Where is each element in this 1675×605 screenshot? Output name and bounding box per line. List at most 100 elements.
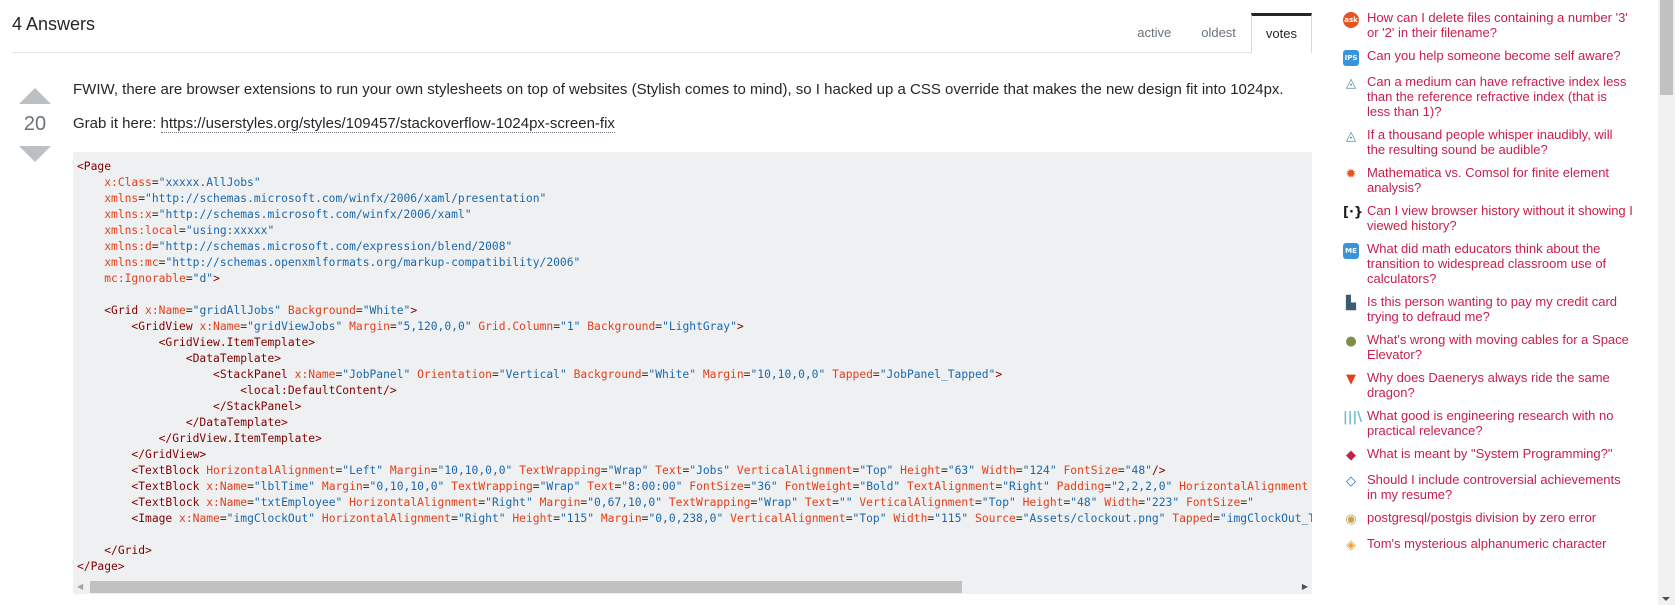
hot-question-link[interactable]: If a thousand people whisper inaudibly, … — [1367, 127, 1633, 157]
code-text: = — [872, 368, 880, 381]
code-attribute: Margin — [539, 496, 581, 509]
hot-question-item[interactable]: ✹ Mathematica vs. Comsol for finite eleme… — [1343, 165, 1633, 195]
code-string: "124" — [1022, 464, 1057, 477]
sort-tabs: active oldest votes — [1122, 13, 1312, 53]
hot-question-link[interactable]: What's wrong with moving cables for a Sp… — [1367, 332, 1633, 362]
code-string: "48" — [1070, 496, 1098, 509]
tab-active[interactable]: active — [1122, 13, 1186, 52]
hot-question-link[interactable]: How can I delete files containing a numb… — [1367, 10, 1633, 40]
downvote-arrow-icon[interactable] — [19, 146, 51, 162]
hot-question-link[interactable]: Can I view browser history without it sh… — [1367, 203, 1633, 233]
code-text: = — [532, 480, 540, 493]
code-string: "Wrap" — [757, 496, 799, 509]
horizontal-scrollbar[interactable]: ◀ ▶ — [73, 577, 1312, 594]
hot-question-item[interactable]: ME What did math educators think about th… — [1343, 241, 1633, 286]
code-string: "Assets/clockout.png" — [1022, 512, 1166, 525]
scroll-down-arrow-icon[interactable] — [1662, 597, 1670, 601]
vertical-scroll-thumb[interactable] — [1660, 0, 1673, 95]
puzzling-icon: ◈ — [1346, 538, 1356, 553]
hot-question-link[interactable]: What is meant by "System Programming?" — [1367, 446, 1612, 464]
hot-question-item[interactable]: ▙ Is this person wanting to pay my credit… — [1343, 294, 1633, 324]
code-line: <TextBlock HorizontalAlignment = "Left" Ma… — [77, 463, 1308, 479]
hot-question-item[interactable]: ◇ Should I include controversial achievem… — [1343, 472, 1633, 502]
hot-question-item[interactable]: ● What's wrong with moving cables for a S… — [1343, 332, 1633, 362]
code-attribute: x:Class — [104, 176, 152, 189]
hot-question-item[interactable]: ◆ What is meant by "System Programming?" — [1343, 446, 1633, 464]
code-text: = — [219, 512, 227, 525]
hot-question-item[interactable]: |||\ What good is engineering research wi… — [1343, 408, 1633, 438]
code-text: = — [185, 304, 193, 317]
code-tag: </DataTemplate> — [185, 416, 288, 429]
code-attribute: FontSize — [1185, 496, 1241, 509]
code-attribute: HorizontalAlignment — [1179, 480, 1309, 493]
code-text: = — [247, 496, 254, 509]
vertical-scrollbar[interactable] — [1658, 0, 1675, 605]
hot-question-link[interactable]: Can a medium can have refractive index l… — [1367, 74, 1633, 119]
hot-question-link[interactable]: Is this person wanting to pay my credit … — [1367, 294, 1633, 324]
hot-question-link[interactable]: Should I include controversial achieveme… — [1367, 472, 1633, 502]
hot-question-item[interactable]: ◈ Tom's mysterious alphanumeric character — [1343, 536, 1633, 554]
scroll-right-arrow-icon[interactable]: ▶ — [1302, 581, 1308, 593]
code-string: "http://schemas.microsoft.com/expression… — [158, 240, 513, 253]
hot-question-item[interactable]: ◬ If a thousand people whisper inaudibly,… — [1343, 127, 1633, 157]
code-tag: </StackPanel> — [213, 400, 302, 413]
hot-question-link[interactable]: Tom's mysterious alphanumeric character — [1367, 536, 1606, 554]
code-string: "imgClockOut_Tapped" — [1219, 512, 1312, 525]
code-attribute: FontWeight — [784, 480, 853, 493]
hot-question-link[interactable]: Why does Daenerys always ride the same d… — [1367, 370, 1633, 400]
code-tag: > — [213, 272, 220, 285]
answers-count-title: 4 Answers — [12, 14, 96, 34]
tab-oldest[interactable]: oldest — [1186, 13, 1251, 52]
code-string: "Top" — [852, 512, 887, 525]
code-string: "JobPanel_Tapped" — [879, 368, 996, 381]
code-tag: > — [736, 320, 744, 333]
code-attribute: Text — [587, 480, 615, 493]
code-tag: <TextBlock — [131, 496, 200, 509]
hot-question-item[interactable]: ▼ Why does Daenerys always ride the same … — [1343, 370, 1633, 400]
hot-question-link[interactable]: Mathematica vs. Comsol for finite elemen… — [1367, 165, 1633, 195]
answers-header: 4 Answers active oldest votes — [12, 0, 1312, 53]
code-tag: > — [995, 368, 1003, 381]
vote-cell: 20 — [18, 88, 52, 162]
code-string: " — [1247, 496, 1254, 509]
hot-question-item[interactable]: [·} Can I view browser history without it… — [1343, 203, 1633, 233]
scroll-left-arrow-icon[interactable]: ◀ — [77, 581, 83, 593]
engineering-icon: |||\ — [1343, 410, 1362, 425]
code-line: </GridView.ItemTemplate> — [77, 431, 1308, 447]
code-text: = — [1015, 512, 1023, 525]
code-line: <GridView.ItemTemplate> — [77, 335, 1308, 351]
tab-votes[interactable]: votes — [1250, 13, 1312, 53]
code-attribute: Grid.Column — [478, 320, 554, 333]
code-string: "Wrap" — [607, 464, 649, 477]
hot-question-item[interactable]: ask How can I delete files containing a n… — [1343, 10, 1633, 40]
hot-question-item[interactable]: ◬ Can a medium can have refractive index … — [1343, 74, 1633, 119]
horizontal-scroll-thumb[interactable] — [90, 581, 962, 593]
hot-question-item[interactable]: ◉ postgresql/postgis division by zero err… — [1343, 510, 1633, 528]
code-text: = — [389, 320, 397, 333]
code-attribute: HorizontalAlignment — [321, 512, 452, 525]
userstyles-link[interactable]: https://userstyles.org/styles/109457/sta… — [160, 115, 615, 133]
code-attribute: Tapped — [1172, 512, 1214, 525]
hot-question-link[interactable]: postgresql/postgis division by zero erro… — [1367, 510, 1596, 528]
hot-question-link[interactable]: What did math educators think about the … — [1367, 241, 1633, 286]
upvote-arrow-icon[interactable] — [19, 88, 51, 104]
hot-question-link[interactable]: Can you help someone become self aware? — [1367, 48, 1621, 66]
hot-question-item[interactable]: IPS Can you help someone become self awar… — [1343, 48, 1633, 66]
code-line: xmlns:mc="http://schemas.openxmlformats.… — [77, 255, 1308, 271]
code-string: "txtEmployee" — [253, 496, 343, 509]
code-string: "White" — [362, 304, 411, 317]
hot-question-link[interactable]: What good is engineering research with n… — [1367, 408, 1633, 438]
code-string: "10,10,0,0" — [750, 368, 826, 381]
code-tag: </Grid> — [104, 544, 152, 557]
code-attribute: Margin — [389, 464, 431, 477]
